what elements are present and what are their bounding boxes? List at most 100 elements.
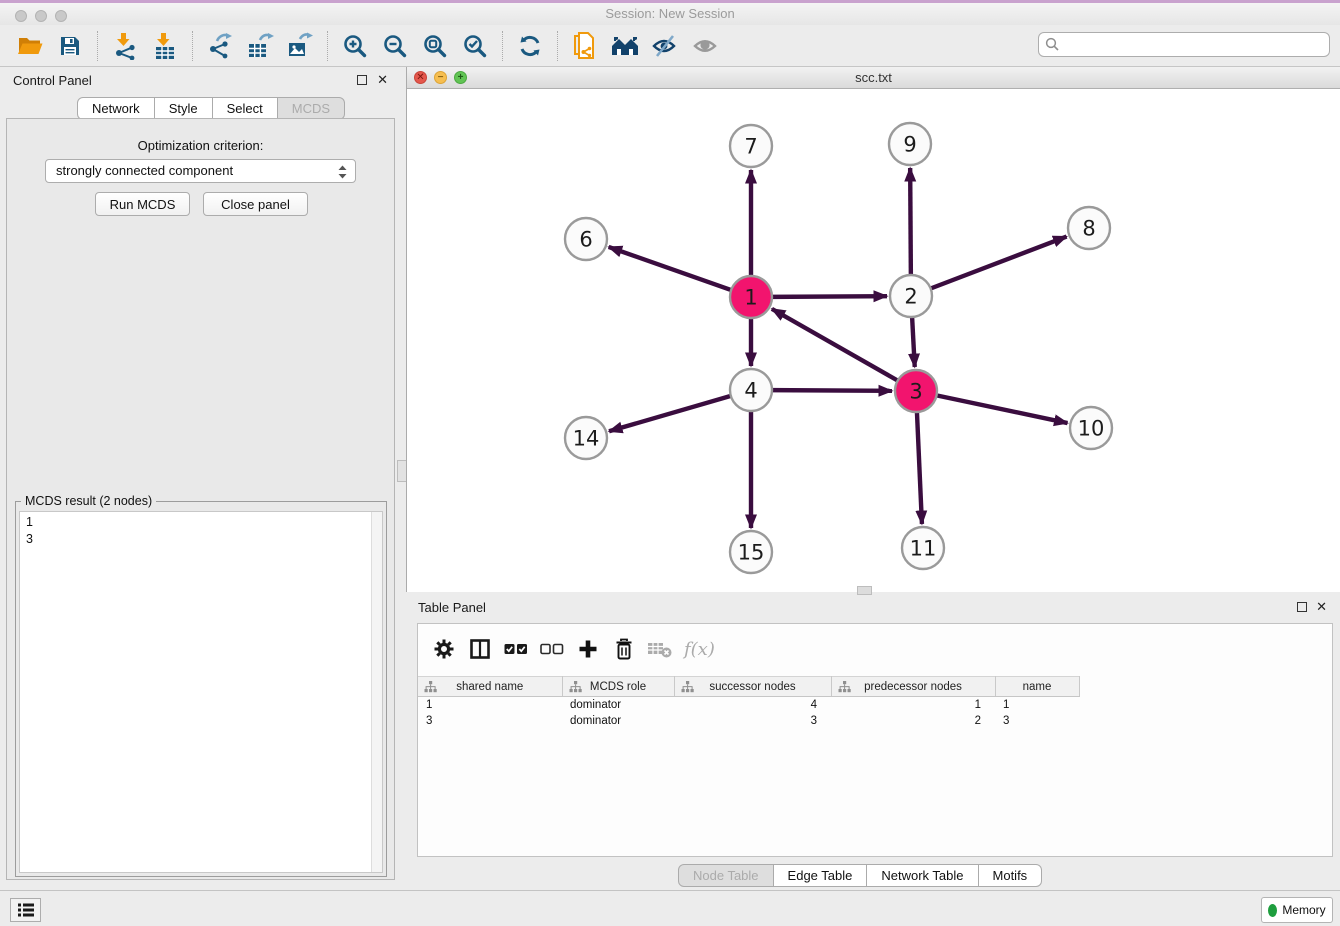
export-network-button[interactable] — [202, 29, 238, 63]
tab-motifs[interactable]: Motifs — [979, 864, 1043, 887]
horizontal-divider-grip[interactable] — [857, 586, 872, 595]
table-row[interactable]: 3dominator323 — [418, 713, 1079, 729]
close-panel-icon[interactable]: ✕ — [377, 72, 388, 88]
tab-mcds[interactable]: MCDS — [278, 97, 345, 120]
graph-node-15[interactable]: 15 — [730, 531, 772, 573]
task-history-button[interactable] — [10, 898, 41, 922]
tab-network[interactable]: Network — [77, 97, 155, 120]
tab-node-table[interactable]: Node Table — [678, 864, 774, 887]
zoom-fit-button[interactable] — [417, 29, 453, 63]
table-cell[interactable]: dominator — [562, 697, 674, 713]
show-all-button[interactable] — [687, 29, 723, 63]
delete-table-button[interactable] — [643, 633, 677, 665]
result-scrollbar[interactable] — [371, 512, 382, 872]
graph-edge-3-10[interactable] — [937, 395, 1068, 423]
add-column-button[interactable] — [571, 633, 605, 665]
graph-node-6[interactable]: 6 — [565, 218, 607, 260]
column-header-successor-nodes[interactable]: successor nodes — [674, 677, 831, 697]
export-image-icon — [286, 32, 314, 60]
table-cell[interactable]: 1 — [418, 697, 562, 713]
search-input[interactable] — [1038, 32, 1330, 57]
network-graph[interactable]: 7 9 6 8 1 2 4 3 14 10 15 11 — [407, 89, 1340, 592]
float-panel-icon[interactable] — [357, 75, 367, 85]
graph-edge-2-3[interactable] — [912, 317, 915, 367]
first-neighbors-button[interactable] — [607, 29, 643, 63]
function-builder-button[interactable]: f(x) — [684, 639, 715, 660]
save-session-button[interactable] — [52, 29, 88, 63]
split-pane-icon — [469, 638, 491, 660]
graph-node-4[interactable]: 4 — [730, 369, 772, 411]
graph-node-10[interactable]: 10 — [1070, 407, 1112, 449]
column-header-shared-name[interactable]: shared name — [418, 677, 562, 697]
graph-edge-3-1[interactable] — [772, 309, 898, 381]
export-table-button[interactable] — [242, 29, 278, 63]
table-cell[interactable]: 4 — [674, 697, 831, 713]
graph-edge-1-2[interactable] — [772, 296, 887, 297]
mcds-result-textarea[interactable]: 13 — [19, 511, 383, 873]
refresh-network-button[interactable] — [512, 29, 548, 63]
criterion-dropdown[interactable]: strongly connected component — [45, 159, 356, 183]
graph-node-11[interactable]: 11 — [902, 527, 944, 569]
network-close-button[interactable]: ✕ — [414, 71, 427, 84]
zoom-in-button[interactable] — [337, 29, 373, 63]
graph-edge-1-6[interactable] — [609, 247, 732, 290]
network-minimize-button[interactable]: − — [434, 71, 447, 84]
graph-node-9[interactable]: 9 — [889, 123, 931, 165]
tab-edge-table[interactable]: Edge Table — [774, 864, 868, 887]
table-cell[interactable]: 1 — [995, 697, 1079, 713]
table-cell[interactable]: 2 — [831, 713, 995, 729]
status-bar: Memory — [0, 890, 1340, 926]
column-header-mcds-role[interactable]: MCDS role — [562, 677, 674, 697]
tab-network-table[interactable]: Network Table — [867, 864, 978, 887]
table-cell[interactable]: 3 — [674, 713, 831, 729]
deselect-all-checks-button[interactable] — [535, 633, 569, 665]
zoom-out-button[interactable] — [377, 29, 413, 63]
graph-edge-2-8[interactable] — [931, 237, 1067, 289]
graph-node-1[interactable]: 1 — [730, 276, 772, 318]
memory-button[interactable]: Memory — [1261, 897, 1333, 923]
table-row[interactable]: 1dominator411 — [418, 697, 1079, 713]
close-table-panel-icon[interactable]: ✕ — [1316, 599, 1327, 615]
graph-edge-2-9[interactable] — [910, 168, 911, 275]
column-header-name[interactable]: name — [995, 677, 1079, 697]
table-cell[interactable]: 3 — [418, 713, 562, 729]
graph-edge-4-14[interactable] — [609, 396, 731, 431]
zoom-selected-button[interactable] — [457, 29, 493, 63]
close-window-button[interactable] — [15, 10, 27, 22]
export-image-button[interactable] — [282, 29, 318, 63]
zoom-window-button[interactable] — [55, 10, 67, 22]
table-cell[interactable]: dominator — [562, 713, 674, 729]
graph-node-3[interactable]: 3 — [895, 370, 937, 412]
select-all-checks-button[interactable] — [499, 633, 533, 665]
import-table-button[interactable] — [147, 29, 183, 63]
network-canvas[interactable]: 7 9 6 8 1 2 4 3 14 10 15 11 — [407, 89, 1340, 592]
result-line: 3 — [26, 531, 382, 548]
import-network-button[interactable] — [107, 29, 143, 63]
column-header-predecessor-nodes[interactable]: predecessor nodes — [831, 677, 995, 697]
split-view-button[interactable] — [463, 633, 497, 665]
graph-edge-3-11[interactable] — [917, 412, 922, 524]
table-settings-button[interactable] — [427, 633, 461, 665]
open-session-button[interactable] — [12, 29, 48, 63]
graph-node-14[interactable]: 14 — [565, 417, 607, 459]
table-cell[interactable]: 1 — [831, 697, 995, 713]
graph-node-label: 2 — [904, 285, 917, 309]
network-maximize-button[interactable]: + — [454, 71, 467, 84]
delete-column-button[interactable] — [607, 633, 641, 665]
graph-edge-4-3[interactable] — [772, 390, 892, 391]
minimize-window-button[interactable] — [35, 10, 47, 22]
network-window-title: scc.txt — [407, 67, 1340, 88]
clone-network-button[interactable] — [567, 29, 603, 63]
close-panel-button[interactable]: Close panel — [203, 192, 308, 216]
float-table-panel-icon[interactable] — [1297, 602, 1307, 612]
mcds-tab-content: Optimization criterion: strongly connect… — [6, 118, 395, 880]
network-window-titlebar[interactable]: ✕ − + scc.txt — [407, 67, 1340, 89]
tab-select[interactable]: Select — [213, 97, 278, 120]
tab-style[interactable]: Style — [155, 97, 213, 120]
graph-node-7[interactable]: 7 — [730, 125, 772, 167]
graph-node-2[interactable]: 2 — [890, 275, 932, 317]
table-cell[interactable]: 3 — [995, 713, 1079, 729]
run-mcds-button[interactable]: Run MCDS — [95, 192, 190, 216]
graph-node-8[interactable]: 8 — [1068, 207, 1110, 249]
hide-selected-button[interactable] — [647, 29, 683, 63]
